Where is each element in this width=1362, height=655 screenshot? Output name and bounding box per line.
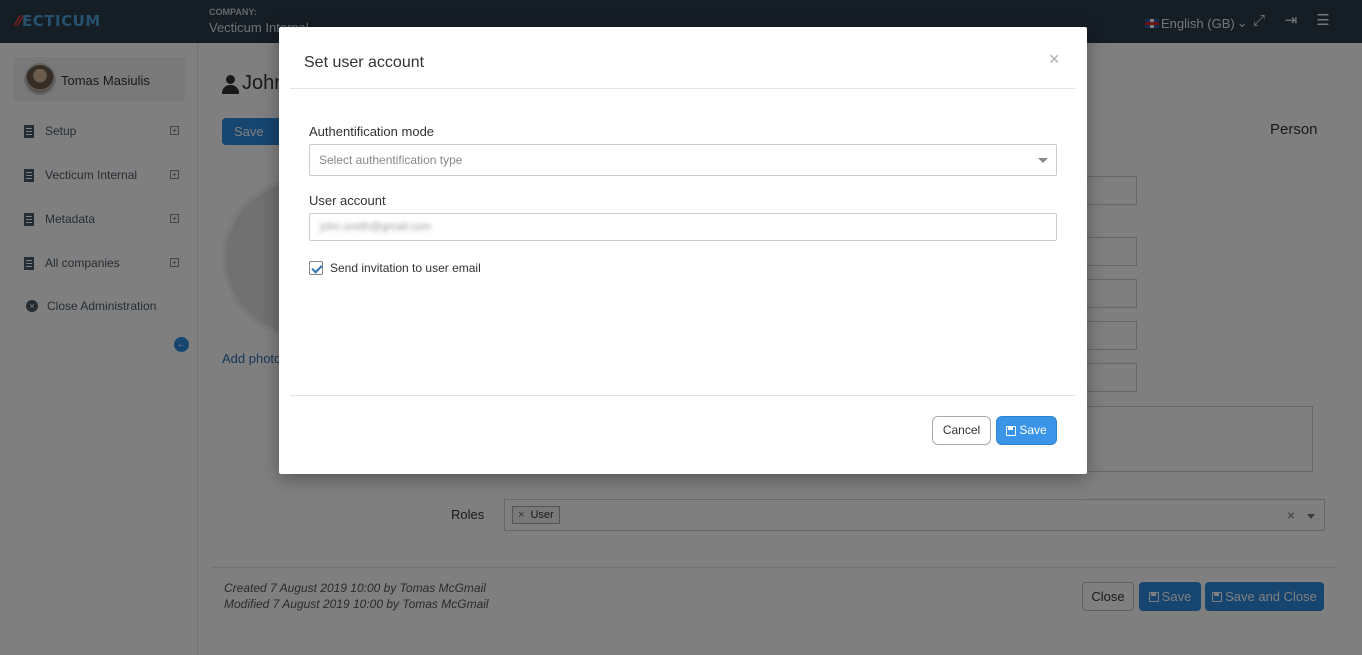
send-invitation-checkbox[interactable] — [309, 261, 323, 275]
dialog-title: Set user account — [304, 54, 425, 71]
auth-mode-placeholder: Select authentification type — [319, 153, 463, 167]
user-account-label: User account — [309, 193, 386, 208]
chevron-down-icon — [1038, 158, 1048, 163]
send-invitation-label[interactable]: Send invitation to user email — [330, 261, 481, 275]
dialog-save-button[interactable]: Save — [996, 416, 1057, 445]
dialog-save-label: Save — [1019, 423, 1047, 437]
close-icon[interactable]: × — [1049, 49, 1060, 70]
cancel-button[interactable]: Cancel — [932, 416, 991, 445]
save-icon — [1006, 425, 1017, 436]
user-account-value: john.smith@gmail.com — [320, 221, 432, 233]
auth-mode-select[interactable]: Select authentification type — [309, 144, 1057, 176]
header-divider — [290, 88, 1075, 89]
footer-divider — [290, 395, 1075, 396]
set-user-account-dialog: Set user account × Authentification mode… — [279, 27, 1087, 474]
user-account-input[interactable]: john.smith@gmail.com — [309, 213, 1057, 241]
auth-mode-label: Authentification mode — [309, 124, 435, 139]
